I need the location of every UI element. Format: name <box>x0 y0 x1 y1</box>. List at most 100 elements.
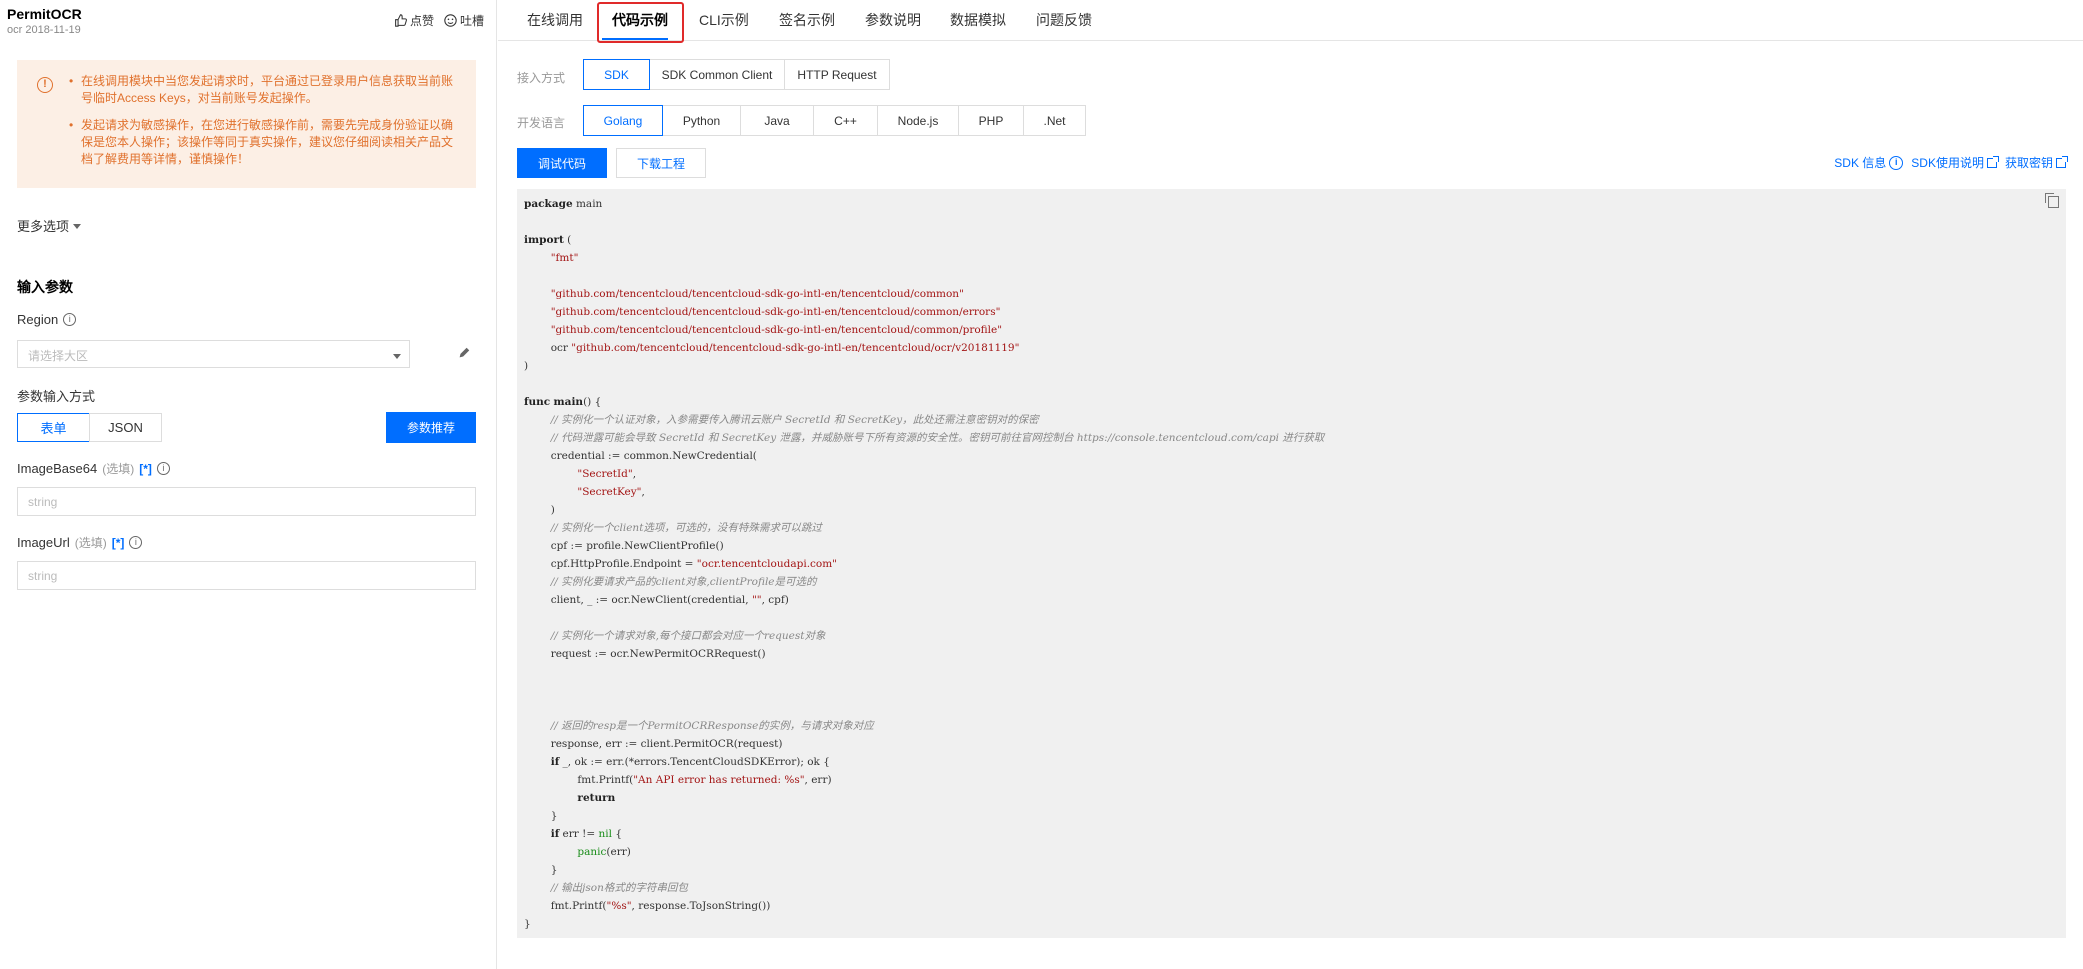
tab-feedback[interactable]: 问题反馈 <box>1036 10 1092 30</box>
param-mode-tabs: 表单 JSON <box>17 413 162 442</box>
mode-tab-json[interactable]: JSON <box>89 413 162 442</box>
warning-list: 在线调用模块中当您发起请求时，平台通过已登录用户信息获取当前账号临时Access… <box>69 73 459 178</box>
sdk-usage-link[interactable]: SDK使用说明 <box>1911 154 1999 171</box>
tab-signature-example[interactable]: 签名示例 <box>779 10 835 30</box>
code-line: } <box>524 915 1324 933</box>
code-line: "fmt" <box>524 249 1324 267</box>
code-line: // 实例化要请求产品的client对象,clientProfile是可选的 <box>524 573 1324 591</box>
field-name: ImageBase64 <box>17 461 98 476</box>
code-line: } <box>524 807 1324 825</box>
info-icon[interactable]: i <box>129 536 143 549</box>
access-option-sdk[interactable]: SDK <box>583 59 650 90</box>
thumbs-up-icon <box>395 14 407 27</box>
tab-param-description[interactable]: 参数说明 <box>865 10 921 30</box>
code-block[interactable]: package main import ( "fmt" "github.com/… <box>517 189 2066 938</box>
debug-code-button[interactable]: 调试代码 <box>517 148 607 178</box>
code-token: cpf := profile.NewClientProfile() <box>524 540 724 552</box>
more-options-label: 更多选项 <box>17 219 70 234</box>
code-line: if _, ok := err.(*errors.TencentCloudSDK… <box>524 753 1324 771</box>
tab-cli-example[interactable]: CLI示例 <box>699 10 749 30</box>
tab-data-mock[interactable]: 数据模拟 <box>950 10 1006 30</box>
download-project-button[interactable]: 下载工程 <box>616 148 706 178</box>
tab-online-call[interactable]: 在线调用 <box>527 10 583 30</box>
access-mode-label: 接入方式 <box>517 71 566 85</box>
access-option-common-client[interactable]: SDK Common Client <box>649 59 785 90</box>
code-line: fmt.Printf("An API error has returned: %… <box>524 771 1324 789</box>
access-mode-selector: SDK SDK Common Client HTTP Request <box>583 59 890 90</box>
code-line: ocr "github.com/tencentcloud/tencentclou… <box>524 339 1324 357</box>
warning-icon: ! <box>37 77 53 93</box>
mode-tab-form[interactable]: 表单 <box>17 413 90 442</box>
code-token: () { <box>583 396 602 408</box>
feedback-button[interactable]: 吐槽 <box>444 12 484 29</box>
code-token: "github.com/tencentcloud/tencentcloud-sd… <box>550 324 1003 336</box>
code-token: , err) <box>804 774 832 786</box>
sdk-usage-label: SDK使用说明 <box>1911 156 1984 170</box>
code-token: "ocr.tencentcloudapi.com" <box>696 558 838 570</box>
code-line: "SecretId", <box>524 465 1324 483</box>
code-line: // 代码泄露可能会导致 SecretId 和 SecretKey 泄露，并威胁… <box>524 429 1325 447</box>
like-button[interactable]: 点赞 <box>394 12 434 29</box>
language-label: 开发语言 <box>517 116 566 130</box>
code-token: return <box>577 792 616 804</box>
get-key-link[interactable]: 获取密钥 <box>2004 154 2068 171</box>
code-line: "SecretKey", <box>524 483 1324 501</box>
info-icon[interactable]: i <box>63 313 77 326</box>
lang-option-nodejs[interactable]: Node.js <box>877 105 959 136</box>
field-label-imageurl: ImageUrl (选填) [*] i <box>17 534 143 551</box>
code-token: // 返回的resp是一个PermitOCRResponse的实例，与请求对象对… <box>550 720 874 732</box>
get-key-label: 获取密钥 <box>2004 156 2053 170</box>
lang-option-cpp[interactable]: C++ <box>813 105 878 136</box>
copy-icon[interactable] <box>2045 193 2059 208</box>
code-token: credential := common.NewCredential( <box>524 450 757 462</box>
code-line: return <box>524 789 1324 807</box>
code-token: , <box>641 486 645 498</box>
code-token: // 实例化一个认证对象，入参需要传入腾讯云账户 SecretId 和 Secr… <box>550 414 1039 426</box>
field-tag[interactable]: [*] <box>139 462 152 476</box>
code-token: main <box>572 198 603 210</box>
code-line: // 输出json格式的字符串回包 <box>524 879 1324 897</box>
field-tag[interactable]: [*] <box>112 536 125 550</box>
code-token: // 代码泄露可能会导致 SecretId 和 SecretKey 泄露，并威胁… <box>550 432 1325 444</box>
code-token: package <box>524 198 573 210</box>
header-actions: 点赞 吐槽 <box>394 12 484 29</box>
field-optional: (选填) <box>102 462 135 476</box>
code-token: fmt.Printf( <box>524 900 607 912</box>
code-line: client, _ := ocr.NewClient(credential, "… <box>524 591 1324 609</box>
param-recommend-button[interactable]: 参数推荐 <box>386 412 476 443</box>
region-select[interactable]: 请选择大区 <box>17 340 410 368</box>
imagebase64-input[interactable]: string <box>17 487 476 516</box>
lang-option-golang[interactable]: Golang <box>583 105 663 136</box>
access-option-http-request[interactable]: HTTP Request <box>784 59 890 90</box>
lang-option-python[interactable]: Python <box>662 105 741 136</box>
code-token: } <box>524 864 558 876</box>
sdk-info-label: SDK 信息 <box>1834 156 1887 170</box>
code-line: panic(err) <box>524 843 1324 861</box>
code-token: import <box>524 234 564 246</box>
code-token: } <box>524 810 558 822</box>
like-label: 点赞 <box>409 14 434 28</box>
sdk-info-link[interactable]: SDK 信息 i <box>1834 154 1904 171</box>
info-icon: i <box>1889 155 1904 170</box>
code-line: // 实例化一个认证对象，入参需要传入腾讯云账户 SecretId 和 Secr… <box>524 411 1324 429</box>
code-line: // 实例化一个请求对象,每个接口都会对应一个request对象 <box>524 627 1324 645</box>
lang-option-php[interactable]: PHP <box>958 105 1024 136</box>
feedback-label: 吐槽 <box>459 14 484 28</box>
field-optional: (选填) <box>74 536 107 550</box>
info-icon[interactable]: i <box>156 462 170 475</box>
imageurl-input[interactable]: string <box>17 561 476 590</box>
more-options-toggle[interactable]: 更多选项 <box>17 216 82 235</box>
smiley-icon <box>444 14 457 27</box>
lang-option-java[interactable]: Java <box>740 105 814 136</box>
code-token: fmt.Printf( <box>524 774 634 786</box>
lang-option-dotnet[interactable]: .Net <box>1023 105 1086 136</box>
code-token: , response.ToJsonString()) <box>631 900 771 912</box>
code-token: // 实例化要请求产品的client对象,clientProfile是可选的 <box>550 576 817 588</box>
edit-pencil-icon[interactable] <box>457 346 471 360</box>
